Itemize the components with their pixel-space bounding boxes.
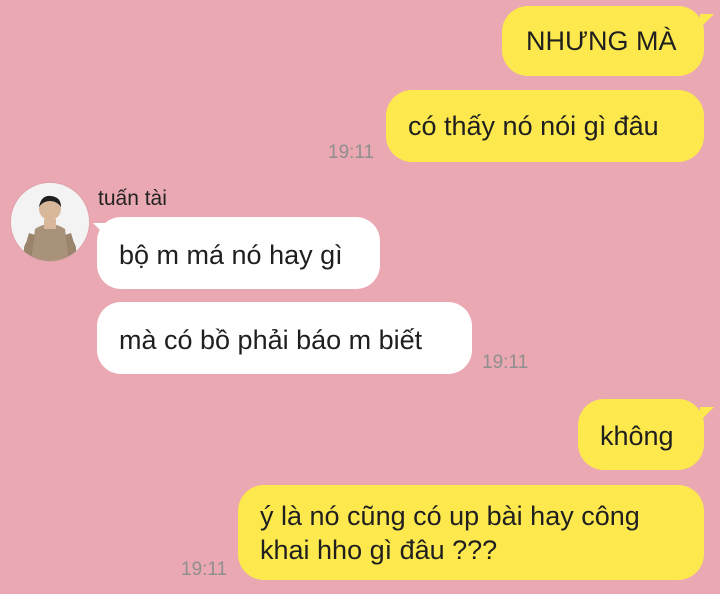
- contact-name: tuấn tài: [98, 187, 167, 210]
- message-bubble-outgoing[interactable]: không: [578, 399, 704, 470]
- bubble-tail: [700, 14, 714, 28]
- chat-thread: NHƯNG MÀ 19:11 có thấy nó nói gì đâu tuấ…: [0, 0, 720, 594]
- message-bubble-incoming[interactable]: mà có bồ phải báo m biết: [97, 302, 472, 374]
- message-bubble-incoming[interactable]: bộ m má nó hay gì: [97, 217, 380, 289]
- contact-avatar[interactable]: [11, 183, 89, 261]
- message-text: ý là nó cũng có up bài hay công khai hho…: [260, 501, 640, 565]
- message-bubble-outgoing[interactable]: ý là nó cũng có up bài hay công khai hho…: [238, 485, 704, 580]
- message-text: có thấy nó nói gì đâu: [408, 111, 659, 141]
- message-text: bộ m má nó hay gì: [119, 240, 343, 270]
- message-bubble-outgoing[interactable]: có thấy nó nói gì đâu: [386, 90, 704, 162]
- message-bubble-outgoing[interactable]: NHƯNG MÀ: [502, 6, 704, 76]
- bubble-tail: [700, 407, 714, 421]
- message-timestamp: 19:11: [181, 559, 228, 580]
- message-timestamp: 19:11: [482, 352, 529, 373]
- avatar-photo-icon: [11, 183, 89, 261]
- message-text: NHƯNG MÀ: [526, 26, 677, 56]
- message-timestamp: 19:11: [328, 142, 375, 163]
- message-text: mà có bồ phải báo m biết: [119, 325, 423, 355]
- message-text: không: [600, 421, 674, 451]
